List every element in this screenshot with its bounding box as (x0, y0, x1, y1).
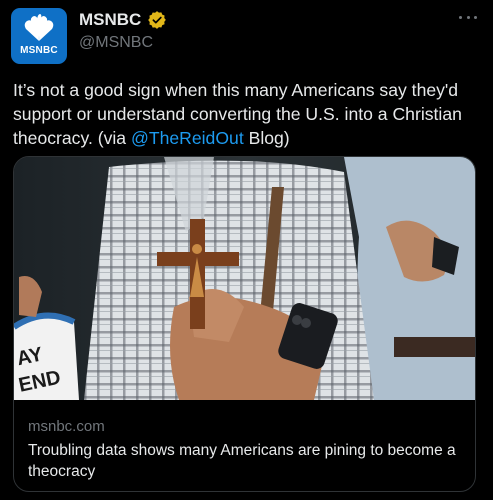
card-image[interactable]: AY END (14, 157, 475, 400)
card-domain: msnbc.com (28, 418, 105, 435)
more-horizontal-icon[interactable] (459, 14, 477, 20)
tweet-text: It’s not a good sign when this many Amer… (13, 78, 483, 150)
tweet: MSNBC MSNBC @MSNBC It’s not a good sign … (0, 0, 493, 500)
more-dot (466, 15, 470, 19)
author-display-name[interactable]: MSNBC (79, 10, 141, 30)
tweet-text-end: Blog) (243, 128, 290, 148)
author-name-row: MSNBC (79, 8, 167, 32)
nbc-peacock-icon (24, 14, 54, 41)
more-dot (474, 15, 477, 19)
more-dot (459, 15, 462, 19)
card-title: Troubling data shows many Americans are … (28, 442, 456, 480)
avatar[interactable]: MSNBC (11, 8, 67, 64)
card-photo: AY END (14, 157, 475, 400)
avatar-wordmark: MSNBC (20, 45, 58, 56)
verified-badge-icon (148, 11, 167, 29)
mention-link[interactable]: @TheReidOut (131, 128, 244, 148)
author-handle[interactable]: @MSNBC (79, 34, 153, 52)
link-preview-card[interactable]: AY END msnbc.com Troubling data shows ma… (13, 156, 476, 492)
